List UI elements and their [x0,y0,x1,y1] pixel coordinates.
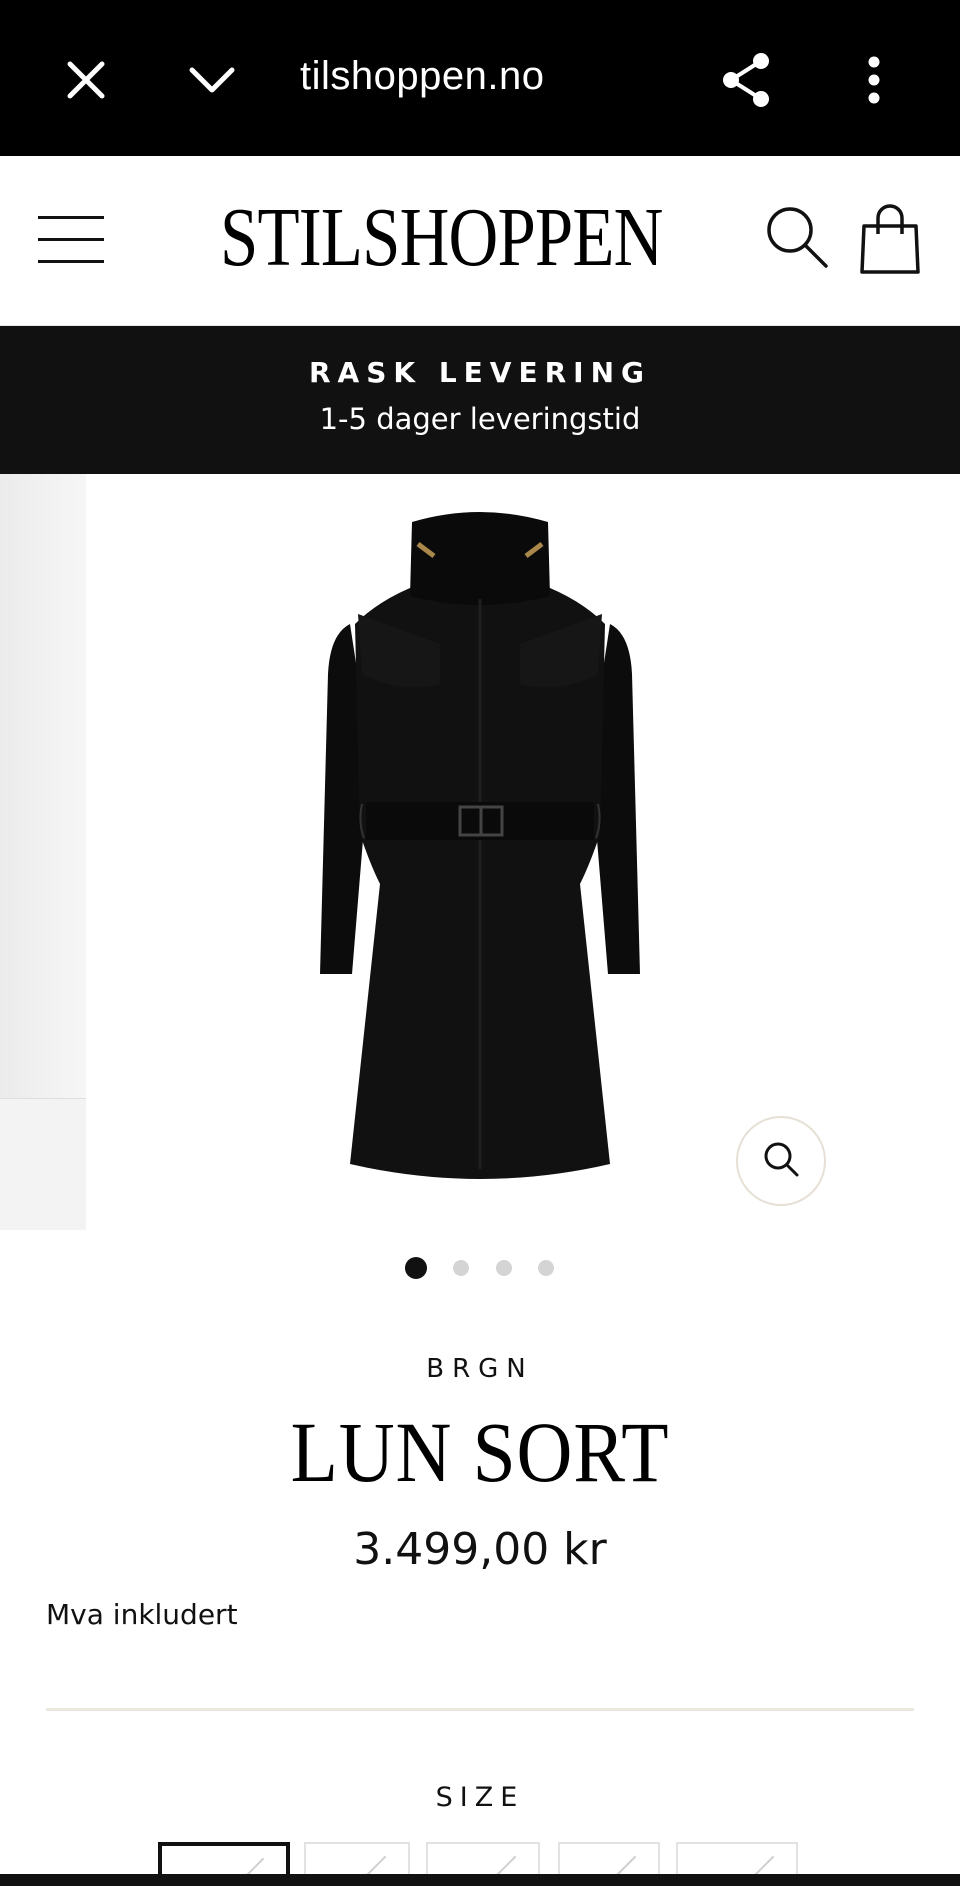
product-brand[interactable]: BRGN [0,1354,960,1384]
share-icon[interactable] [714,48,778,112]
site-logo[interactable]: STILSHOPPEN [220,196,663,280]
zoom-button[interactable] [736,1116,826,1206]
previous-slide-image[interactable] [0,474,86,1230]
gallery-dot[interactable] [405,1257,427,1279]
hamburger-icon[interactable] [38,216,104,264]
close-icon[interactable] [54,48,118,112]
zoom-icon [761,1139,801,1183]
announcement-subtitle: 1-5 dager leveringstid [319,402,641,436]
more-vertical-icon[interactable] [842,48,906,112]
product-title: LUN SORT [290,1404,670,1500]
gallery-dot[interactable] [453,1260,469,1276]
product-image-coat[interactable] [300,504,660,1204]
product-price: 3.499,00 kr [353,1524,607,1575]
search-icon[interactable] [764,204,830,270]
site-header: STILSHOPPEN [0,156,960,326]
bottom-bar [0,1874,960,1886]
announcement-title: RASK LEVERING [308,356,651,389]
chevron-down-icon[interactable] [180,48,244,112]
product-gallery[interactable] [0,474,960,1234]
divider [46,1708,914,1711]
gallery-pagination [0,1257,960,1282]
url-display[interactable]: tilshoppen.no [300,54,544,99]
announcement-bar: RASK LEVERING 1-5 dager leveringstid [0,326,960,474]
vat-note: Mva inkludert [46,1598,238,1631]
gallery-dot[interactable] [538,1260,554,1276]
shopping-bag-icon[interactable] [860,204,920,274]
gallery-dot[interactable] [496,1260,512,1276]
browser-toolbar: tilshoppen.no [0,0,960,156]
size-label: SIZE [435,1782,525,1813]
